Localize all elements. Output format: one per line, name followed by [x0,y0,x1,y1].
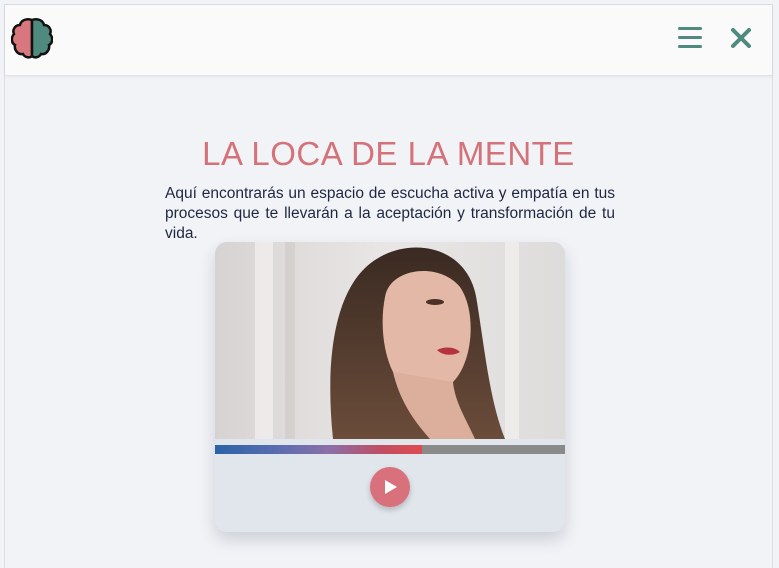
menu-bar [678,36,702,39]
menu-bar [678,27,702,30]
intro-text: Aquí encontrarás un espacio de escucha a… [165,184,615,242]
video-card [215,242,565,532]
play-icon [385,480,397,494]
video-progress-bar[interactable] [215,445,565,454]
page-title: LA LOCA DE LA MENTE [202,135,575,173]
video-frame[interactable] [215,242,565,439]
brain-logo-icon[interactable] [10,17,54,59]
close-icon[interactable] [730,27,752,49]
play-button[interactable] [370,467,410,507]
hamburger-menu-icon[interactable] [678,27,702,49]
app-frame: LA LOCA DE LA MENTE Aquí encontrarás un … [4,4,773,568]
top-header [5,5,772,76]
video-progress-fill [215,445,422,454]
menu-bar [678,45,702,48]
